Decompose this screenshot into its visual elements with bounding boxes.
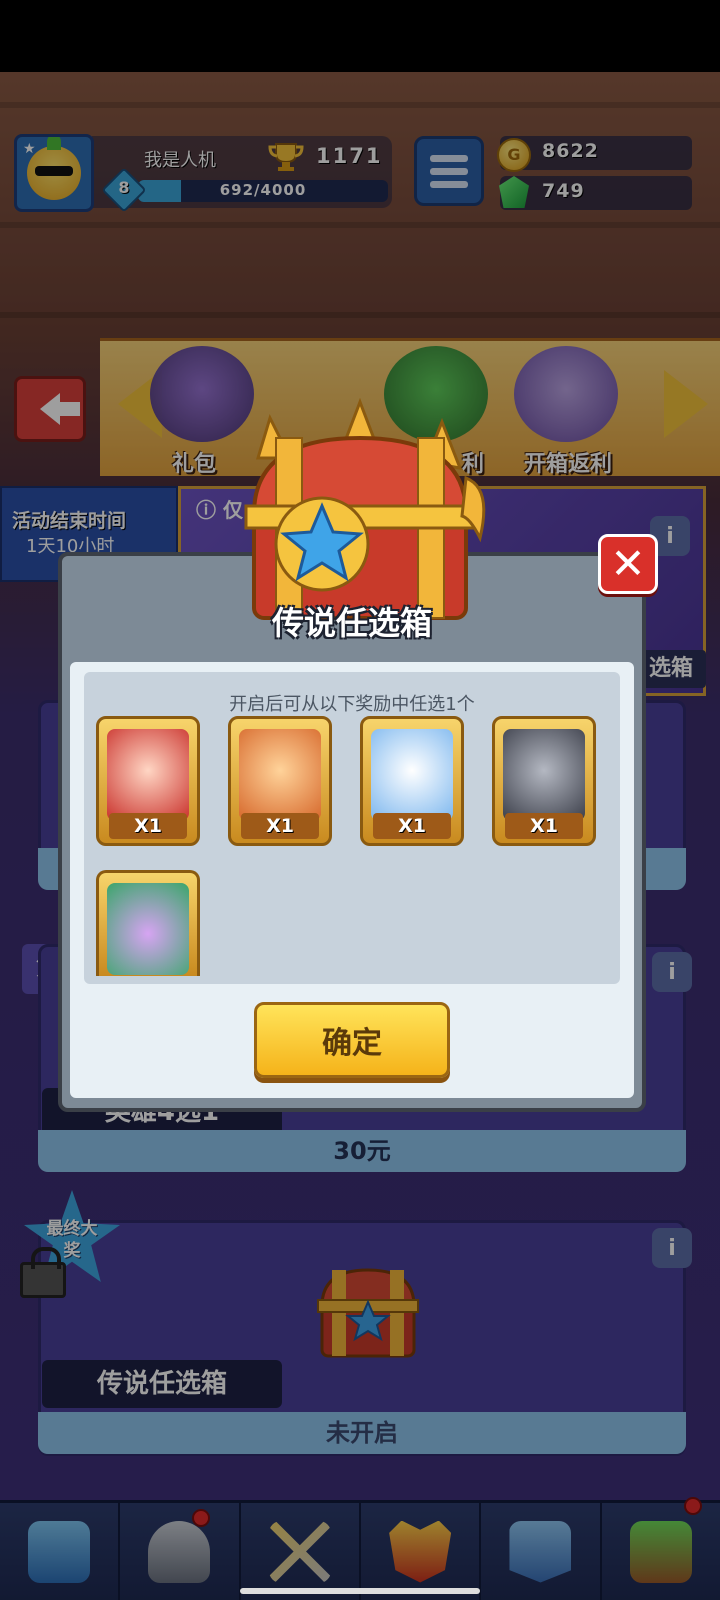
close-button[interactable]: ✕ [598,534,658,594]
home-indicator[interactable] [240,1588,480,1594]
reward-card-monkey-king[interactable]: X1 [228,716,332,846]
reward-quantity: X1 [109,813,187,839]
monkey-king-hero-portrait [239,729,321,821]
modal-title: 传说任选箱 [271,604,432,642]
yeti-hero-portrait [371,729,453,821]
reward-card-fan-girl[interactable]: X1 [96,716,200,846]
reward-quantity: X1 [373,813,451,839]
status-bar [0,0,720,72]
reward-quantity: X1 [505,813,583,839]
reward-quantity: X1 [241,813,319,839]
fan-girl-hero-portrait [107,729,189,821]
confirm-button[interactable]: 确定 [254,1002,450,1078]
medusa-hero-portrait [107,883,189,975]
reward-card-dark-knight[interactable]: X1 [492,716,596,846]
modal-subtitle: 开启后可从以下奖励中任选1个 [229,694,475,715]
reward-card-yeti[interactable]: X1 [360,716,464,846]
dark-knight-hero-portrait [503,729,585,821]
reward-card-medusa[interactable] [96,870,200,976]
close-icon: ✕ [610,539,646,588]
